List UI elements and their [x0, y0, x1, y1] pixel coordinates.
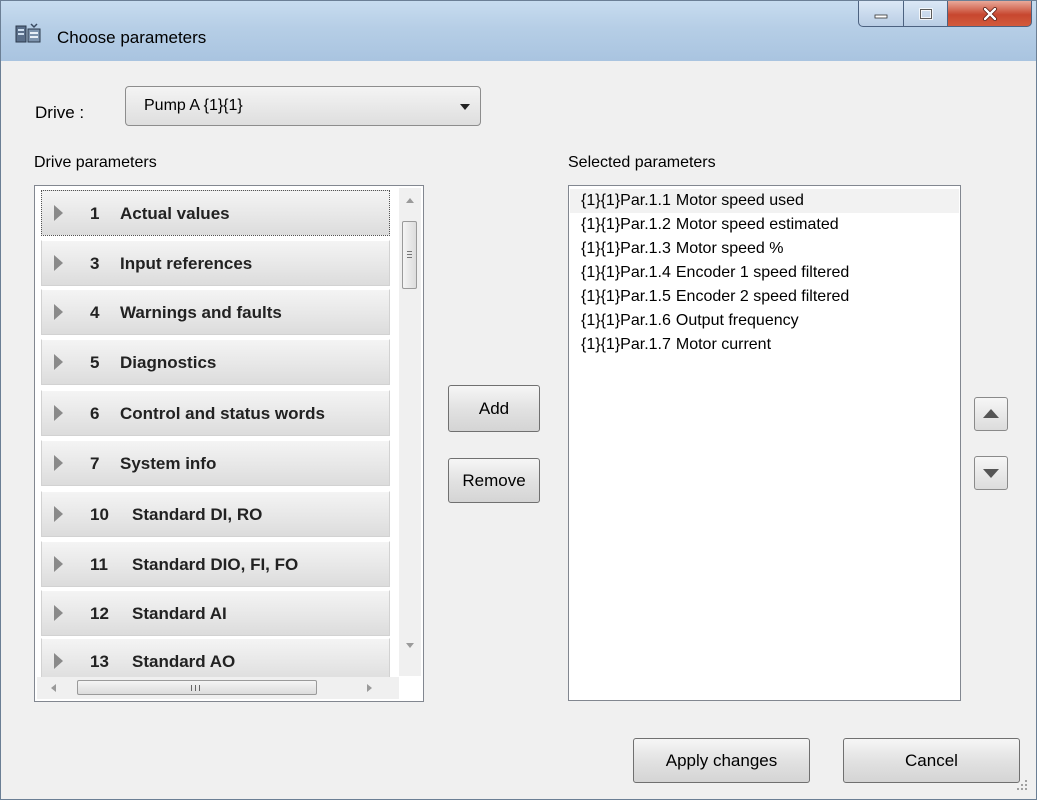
- close-button[interactable]: [948, 1, 1032, 27]
- param-name: Motor speed estimated: [675, 216, 839, 233]
- expand-arrow-icon: [54, 255, 63, 271]
- param-group-name: Standard DI, RO: [132, 505, 263, 524]
- scroll-right-icon[interactable]: [367, 684, 372, 692]
- vertical-scroll-thumb[interactable]: [402, 221, 417, 289]
- selected-parameters-label: Selected parameters: [568, 154, 716, 171]
- param-group-number: 5: [90, 353, 100, 372]
- drive-parameters-list[interactable]: 1 Actual values 3 Input references 4 War…: [34, 185, 424, 702]
- close-icon: [982, 6, 997, 21]
- selected-parameters-list[interactable]: {1}{1}Par.1.1 Motor speed used {1}{1}Par.…: [568, 185, 961, 701]
- param-group-name: System info: [120, 454, 217, 473]
- param-group-5[interactable]: 5 Diagnostics: [41, 339, 390, 385]
- maximize-button[interactable]: [904, 1, 948, 27]
- param-group-name: Input references: [120, 254, 253, 273]
- expand-arrow-icon: [54, 304, 63, 320]
- param-group-number: 12: [90, 604, 109, 623]
- window-title: Choose parameters: [57, 28, 207, 47]
- cancel-button[interactable]: Cancel: [843, 738, 1020, 783]
- remove-button[interactable]: Remove: [448, 458, 540, 503]
- move-down-button[interactable]: [974, 456, 1008, 490]
- param-code: {1}{1}Par.1.3: [581, 240, 671, 257]
- param-group-10[interactable]: 10 Standard DI, RO: [41, 491, 390, 537]
- param-group-name: Standard DIO, FI, FO: [132, 555, 299, 574]
- list-item[interactable]: {1}{1}Par.1.2 Motor speed estimated: [581, 213, 839, 237]
- minimize-icon: [874, 14, 888, 18]
- move-up-button[interactable]: [974, 397, 1008, 431]
- param-group-name: Control and status words: [120, 404, 325, 423]
- list-item[interactable]: {1}{1}Par.1.3 Motor speed %: [581, 237, 783, 261]
- param-code: {1}{1}Par.1.4: [581, 264, 671, 281]
- param-group-7[interactable]: 7 System info: [41, 440, 390, 486]
- param-group-number: 1: [90, 204, 100, 223]
- add-button[interactable]: Add: [448, 385, 540, 432]
- param-name: Motor speed %: [675, 240, 784, 257]
- expand-arrow-icon: [54, 506, 63, 522]
- horizontal-scroll-thumb[interactable]: [77, 680, 317, 695]
- param-code: {1}{1}Par.1.6: [581, 312, 671, 329]
- param-group-4[interactable]: 4 Warnings and faults: [41, 289, 390, 335]
- list-item[interactable]: {1}{1}Par.1.6 Output frequency: [581, 309, 799, 333]
- grip-icon: [191, 685, 200, 691]
- param-group-number: 3: [90, 254, 100, 273]
- param-group-number: 13: [90, 652, 109, 671]
- drive-parameters-label: Drive parameters: [34, 154, 157, 171]
- maximize-icon: [918, 7, 933, 20]
- param-group-1[interactable]: 1 Actual values: [41, 190, 390, 236]
- param-group-name: Actual values: [120, 204, 230, 223]
- arrow-down-icon: [983, 469, 999, 478]
- drive-select-value: Pump A {1}{1}: [144, 97, 243, 114]
- expand-arrow-icon: [54, 455, 63, 471]
- param-group-number: 6: [90, 404, 100, 423]
- drive-select[interactable]: Pump A {1}{1}: [125, 86, 481, 126]
- title-bar[interactable]: Choose parameters: [1, 1, 1036, 61]
- resize-grip-icon[interactable]: [1014, 777, 1028, 791]
- param-group-12[interactable]: 12 Standard AI: [41, 590, 390, 636]
- choose-parameters-dialog: Choose parameters Drive : Pump A {1}{1} …: [0, 0, 1037, 800]
- apply-changes-button[interactable]: Apply changes: [633, 738, 810, 783]
- app-icon: [15, 23, 41, 43]
- scroll-down-icon[interactable]: [406, 643, 414, 648]
- param-group-number: 10: [90, 505, 109, 524]
- scroll-up-icon[interactable]: [406, 198, 414, 203]
- param-group-number: 11: [90, 555, 108, 574]
- param-name: Motor current: [675, 336, 772, 353]
- list-item[interactable]: {1}{1}Par.1.7 Motor current: [581, 333, 771, 357]
- list-item[interactable]: {1}{1}Par.1.4 Encoder 1 speed filtered: [581, 261, 849, 285]
- param-name: Encoder 2 speed filtered: [675, 288, 850, 305]
- expand-arrow-icon: [54, 405, 63, 421]
- param-group-name: Standard AO: [132, 652, 236, 671]
- param-name: Encoder 1 speed filtered: [675, 264, 850, 281]
- minimize-button[interactable]: [858, 1, 904, 27]
- arrow-up-icon: [983, 409, 999, 418]
- param-group-3[interactable]: 3 Input references: [41, 240, 390, 286]
- expand-arrow-icon: [54, 605, 63, 621]
- param-group-name: Warnings and faults: [120, 303, 282, 322]
- vertical-scrollbar[interactable]: [399, 188, 421, 676]
- param-group-6[interactable]: 6 Control and status words: [41, 390, 390, 436]
- param-code: {1}{1}Par.1.7: [581, 336, 671, 353]
- param-code: {1}{1}Par.1.5: [581, 288, 671, 305]
- expand-arrow-icon: [54, 205, 63, 221]
- param-name: Output frequency: [675, 312, 799, 329]
- scroll-left-icon[interactable]: [51, 684, 56, 692]
- expand-arrow-icon: [54, 556, 63, 572]
- list-item[interactable]: {1}{1}Par.1.5 Encoder 2 speed filtered: [581, 285, 849, 309]
- drive-label: Drive :: [35, 103, 85, 122]
- param-code: {1}{1}Par.1.2: [581, 216, 671, 233]
- expand-arrow-icon: [54, 653, 63, 669]
- param-group-name: Standard AI: [132, 604, 227, 623]
- param-group-name: Diagnostics: [120, 353, 217, 372]
- dialog-body: Drive : Pump A {1}{1} Drive parameters 1…: [9, 61, 1030, 793]
- param-group-number: 4: [90, 303, 100, 322]
- param-name: Motor speed used: [675, 192, 804, 209]
- chevron-down-icon: [460, 104, 470, 110]
- param-group-11[interactable]: 11 Standard DIO, FI, FO: [41, 541, 390, 587]
- expand-arrow-icon: [54, 354, 63, 370]
- param-code: {1}{1}Par.1.1: [581, 192, 671, 209]
- horizontal-scrollbar[interactable]: [37, 677, 399, 699]
- list-item[interactable]: {1}{1}Par.1.1 Motor speed used: [570, 189, 959, 213]
- param-group-number: 7: [90, 454, 100, 473]
